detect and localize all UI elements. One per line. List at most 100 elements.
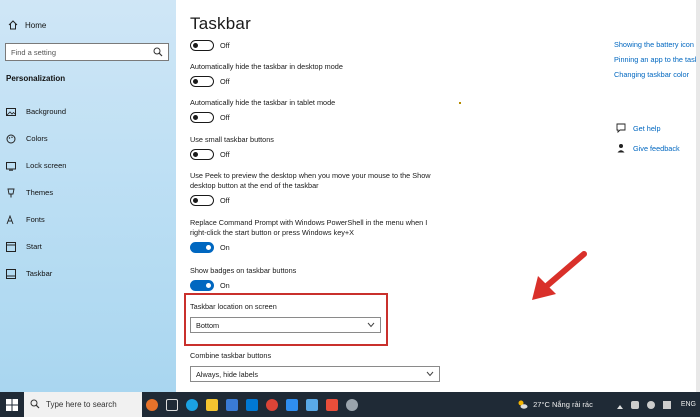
taskbar-app-edge[interactable] bbox=[182, 392, 202, 417]
taskbar-settings-panel: Taskbar Off Automatically hide the taskb… bbox=[176, 0, 610, 392]
toggle-row: On bbox=[190, 242, 440, 253]
taskbar-app-taskview[interactable] bbox=[162, 392, 182, 417]
mail-icon bbox=[246, 398, 258, 411]
photos-icon bbox=[306, 398, 318, 411]
chat-app-icon bbox=[286, 398, 298, 411]
setting-label: Use Peek to preview the desktop when you… bbox=[190, 171, 431, 190]
related-link-battery[interactable]: Showing the battery icon on the taskbar bbox=[614, 40, 700, 50]
search-icon bbox=[153, 47, 163, 57]
toggle-state: On bbox=[220, 281, 230, 290]
sidebar-item-label: Fonts bbox=[26, 215, 45, 224]
setting-label: Show badges on taskbar buttons bbox=[190, 266, 297, 275]
image-icon bbox=[6, 107, 16, 117]
sidebar-item-start[interactable]: Start bbox=[0, 233, 176, 260]
system-tray: 27°C Nắng rải rác ENG bbox=[517, 392, 696, 417]
taskbar-location-dropdown[interactable]: Bottom bbox=[190, 317, 381, 333]
setting-label: Replace Command Prompt with Windows Powe… bbox=[190, 218, 428, 237]
taskbar-app-chrome[interactable] bbox=[262, 392, 282, 417]
setting-powershell: Replace Command Prompt with Windows Powe… bbox=[190, 218, 440, 253]
related-link-pin-app[interactable]: Pinning an app to the taskbar bbox=[614, 55, 700, 65]
taskbar-location-label: Taskbar location on screen bbox=[190, 302, 277, 311]
settings-sidebar: Home Find a setting Personalization Back… bbox=[0, 0, 176, 392]
toggle-state: On bbox=[220, 243, 230, 252]
task-view-icon bbox=[166, 398, 178, 411]
taskbar-search-text: Type here to search bbox=[46, 400, 117, 409]
related-link-taskbar-color[interactable]: Changing taskbar color bbox=[614, 70, 700, 80]
find-setting-input[interactable]: Find a setting bbox=[5, 43, 169, 61]
sidebar-item-themes[interactable]: Themes bbox=[0, 179, 176, 206]
setting-small-buttons: Use small taskbar buttons Off bbox=[190, 135, 440, 160]
sidebar-nav: Background Colors Lock screen Themes Fon… bbox=[0, 98, 176, 287]
get-help-label: Get help bbox=[633, 123, 661, 133]
sun-cloud-icon bbox=[518, 400, 528, 409]
toggle-state: Off bbox=[220, 41, 230, 50]
chevron-down-icon bbox=[426, 371, 434, 377]
start-icon bbox=[6, 241, 16, 252]
search-icon bbox=[30, 399, 40, 409]
taskbar-app-foxit[interactable] bbox=[322, 392, 342, 417]
toggle-switch[interactable] bbox=[190, 112, 214, 123]
sidebar-item-label: Lock screen bbox=[26, 161, 67, 170]
sidebar-item-lock-screen[interactable]: Lock screen bbox=[0, 152, 176, 179]
sidebar-item-taskbar[interactable]: Taskbar bbox=[0, 260, 176, 287]
dropdown-value: Always, hide labels bbox=[196, 370, 259, 379]
network-icon[interactable] bbox=[630, 400, 639, 409]
sidebar-item-background[interactable]: Background bbox=[0, 98, 176, 125]
setting-auto-hide-desktop: Automatically hide the taskbar in deskto… bbox=[190, 62, 440, 87]
toggle-switch[interactable] bbox=[190, 242, 214, 253]
taskbar-app-settings[interactable] bbox=[342, 392, 362, 417]
home-label: Home bbox=[25, 20, 47, 30]
taskbar-app-mail[interactable] bbox=[242, 392, 262, 417]
sidebar-item-label: Themes bbox=[26, 188, 54, 197]
palette-icon bbox=[6, 134, 16, 144]
chevron-down-icon bbox=[367, 322, 375, 328]
battery-icon[interactable] bbox=[662, 400, 671, 409]
toggle-state: Off bbox=[220, 77, 230, 86]
toggle-switch[interactable] bbox=[190, 280, 214, 291]
taskbar-app-explorer[interactable] bbox=[202, 392, 222, 417]
gear-icon bbox=[346, 398, 358, 411]
setting-lock-taskbar: Off bbox=[190, 40, 440, 51]
sidebar-item-fonts[interactable]: Fonts bbox=[0, 206, 176, 233]
home-icon bbox=[8, 20, 18, 30]
decorative-dot bbox=[459, 102, 461, 104]
home-nav-item[interactable]: Home bbox=[8, 20, 46, 30]
feedback-person-icon bbox=[617, 144, 625, 153]
combine-buttons-dropdown[interactable]: Always, hide labels bbox=[190, 366, 440, 382]
taskbar-app-zalo[interactable] bbox=[282, 392, 302, 417]
toggle-switch[interactable] bbox=[190, 40, 214, 51]
get-help-link[interactable]: Get help bbox=[616, 118, 680, 138]
related-settings: Showing the battery icon on the taskbar … bbox=[614, 40, 700, 85]
window-edge bbox=[696, 0, 700, 392]
help-section: Get help Give feedback bbox=[616, 118, 680, 158]
language-indicator[interactable]: ENG bbox=[681, 401, 696, 408]
toggle-switch[interactable] bbox=[190, 195, 214, 206]
toggle-state: Off bbox=[220, 196, 230, 205]
taskbar-app-photos[interactable] bbox=[302, 392, 322, 417]
dropdown-value: Bottom bbox=[196, 321, 220, 330]
give-feedback-label: Give feedback bbox=[633, 143, 680, 153]
toggle-row: Off bbox=[190, 149, 440, 160]
weather-text: 27°C Nắng rải rác bbox=[533, 400, 593, 409]
windows-taskbar: Type here to search 27°C Nắng rải rác EN… bbox=[0, 392, 700, 417]
toggle-switch[interactable] bbox=[190, 149, 214, 160]
give-feedback-link[interactable]: Give feedback bbox=[616, 138, 680, 158]
taskbar-app-store[interactable] bbox=[222, 392, 242, 417]
chevron-up-icon[interactable] bbox=[616, 401, 623, 409]
taskbar-app-widget[interactable] bbox=[142, 392, 162, 417]
sidebar-item-colors[interactable]: Colors bbox=[0, 125, 176, 152]
page-title: Taskbar bbox=[190, 14, 251, 33]
volume-icon[interactable] bbox=[646, 400, 655, 409]
setting-peek: Use Peek to preview the desktop when you… bbox=[190, 171, 440, 206]
setting-label: Automatically hide the taskbar in tablet… bbox=[190, 98, 336, 107]
weather-widget[interactable]: 27°C Nắng rải rác bbox=[517, 399, 593, 410]
start-button[interactable] bbox=[0, 392, 24, 417]
fonts-icon bbox=[6, 214, 16, 225]
toggle-row: Off bbox=[190, 40, 440, 51]
setting-auto-hide-tablet: Automatically hide the taskbar in tablet… bbox=[190, 98, 440, 123]
taskbar-search-box[interactable]: Type here to search bbox=[24, 392, 142, 417]
toggle-row: Off bbox=[190, 195, 440, 206]
toggle-switch[interactable] bbox=[190, 76, 214, 87]
combine-buttons-label: Combine taskbar buttons bbox=[190, 351, 272, 360]
section-title: Personalization bbox=[6, 74, 66, 83]
